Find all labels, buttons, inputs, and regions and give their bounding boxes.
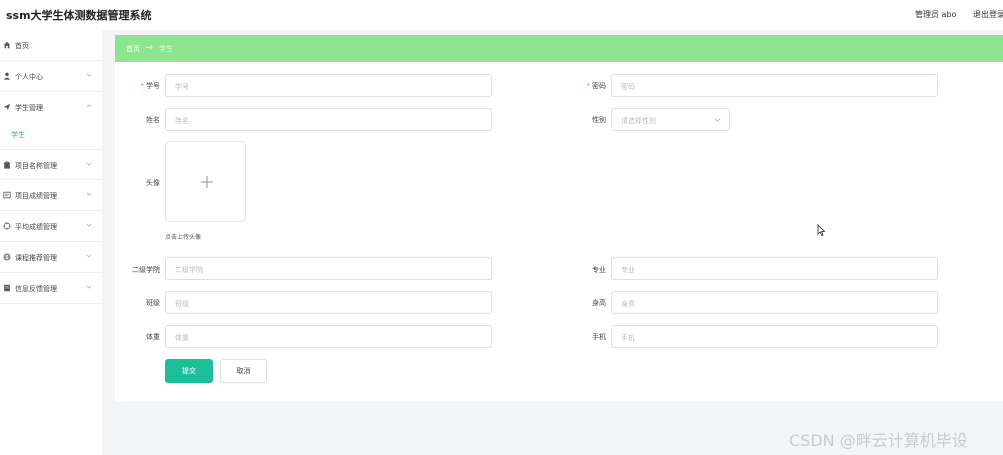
mouse-cursor-icon: [817, 224, 826, 237]
chevron-down-icon: [86, 162, 92, 166]
sidebar-item-home[interactable]: 首页: [0, 30, 102, 61]
plus-icon: [201, 176, 213, 188]
chevron-down-icon: [86, 223, 92, 227]
gender-placeholder: 请选择性别: [621, 117, 656, 125]
weight-label: 体重: [146, 333, 160, 341]
phone-placeholder: 手机: [621, 334, 635, 342]
watermark: CSDN @畔云计算机毕设: [789, 431, 968, 450]
avatar-upload-hint: 点击上传头像: [165, 234, 202, 241]
weight-placeholder: 体重: [175, 334, 189, 342]
name-placeholder: 姓名: [175, 117, 189, 125]
class-label: 班级: [146, 299, 160, 307]
sidebar-item-label: 项目成绩管理: [15, 192, 57, 200]
crosshair-icon: [3, 222, 11, 230]
sidebar: 首页 个人中心 学生管理 学生 项目名称管理 项目成绩管理 平均成绩管理 课程推…: [0, 30, 102, 455]
app-title: ssm大学生体测数据管理系统: [6, 9, 152, 22]
major-placeholder: 专业: [621, 266, 635, 274]
chevron-down-icon: [86, 192, 92, 196]
college-label: 二级学院: [132, 266, 160, 274]
sidebar-item-course-recommend[interactable]: 课程推荐管理: [0, 242, 102, 273]
sidebar-item-label: 学生管理: [15, 104, 43, 112]
class-input[interactable]: 班级: [165, 291, 492, 314]
college-placeholder: 二级学院: [175, 266, 203, 274]
student-id-placeholder: 学号: [175, 83, 189, 91]
sidebar-item-project-names[interactable]: 项目名称管理: [0, 149, 102, 180]
sidebar-item-profile[interactable]: 个人中心: [0, 61, 102, 92]
document-icon: [3, 191, 11, 199]
sidebar-item-label: 个人中心: [15, 73, 43, 81]
breadcrumb-home[interactable]: 首页: [126, 44, 140, 54]
chevron-down-icon: [86, 73, 92, 77]
chevron-down-icon: [714, 118, 721, 122]
chevron-down-icon: [86, 285, 92, 289]
inbox-icon: [4, 284, 10, 292]
clipboard-icon: [4, 161, 10, 169]
height-placeholder: 身高: [621, 300, 635, 308]
required-mark: *: [586, 82, 591, 90]
student-id-label: * 学号: [140, 82, 161, 90]
gender-select[interactable]: 请选择性别: [611, 108, 730, 131]
sidebar-subitem-label: 学生: [11, 131, 25, 139]
password-placeholder: 密码: [621, 83, 635, 91]
password-label: * 密码: [586, 82, 607, 90]
height-input[interactable]: 身高: [611, 291, 938, 314]
major-input[interactable]: 专业: [611, 257, 938, 280]
name-input[interactable]: 姓名: [165, 108, 492, 131]
avatar-label: 头像: [146, 179, 160, 187]
gender-label: 性别: [592, 116, 606, 124]
submit-button[interactable]: 提交: [165, 359, 213, 383]
height-label: 身高: [592, 299, 606, 307]
weight-input[interactable]: 体重: [165, 325, 492, 348]
logout-link[interactable]: 退出登录: [973, 9, 1003, 20]
chevron-down-icon: [86, 254, 92, 258]
top-bar: ssm大学生体测数据管理系统 管理员 abo 退出登录: [0, 0, 1003, 30]
college-input[interactable]: 二级学院: [165, 257, 492, 280]
required-mark: *: [140, 82, 145, 90]
globe-icon: [3, 253, 11, 261]
class-placeholder: 班级: [175, 300, 189, 308]
home-icon: [3, 41, 11, 49]
sidebar-item-average-scores[interactable]: 平均成绩管理: [0, 211, 102, 242]
sidebar-item-label: 首页: [15, 42, 29, 50]
user-icon: [3, 72, 11, 80]
current-user-label: 管理员 abo: [915, 10, 957, 19]
phone-label: 手机: [592, 333, 606, 341]
sidebar-item-label: 项目名称管理: [15, 162, 57, 170]
sidebar-item-label: 信息反馈管理: [15, 285, 57, 293]
phone-input[interactable]: 手机: [611, 325, 938, 348]
breadcrumb-separator: →: [146, 43, 153, 52]
name-label: 姓名: [146, 116, 160, 124]
password-input[interactable]: 密码: [611, 74, 938, 97]
sidebar-item-label: 课程推荐管理: [15, 254, 57, 262]
chevron-up-icon: [86, 104, 92, 108]
avatar-uploader[interactable]: [165, 141, 246, 222]
sidebar-item-feedback[interactable]: 信息反馈管理: [0, 273, 102, 304]
student-id-input[interactable]: 学号: [165, 74, 492, 97]
breadcrumb: 首页 → 学生: [115, 35, 1003, 62]
breadcrumb-current: 学生: [159, 45, 173, 53]
major-label: 专业: [592, 266, 606, 274]
send-icon: [3, 103, 11, 111]
sidebar-item-project-scores[interactable]: 项目成绩管理: [0, 180, 102, 211]
sidebar-subitem-student[interactable]: 学生: [0, 119, 102, 149]
cancel-button[interactable]: 取消: [220, 359, 267, 383]
sidebar-item-label: 平均成绩管理: [15, 223, 57, 231]
